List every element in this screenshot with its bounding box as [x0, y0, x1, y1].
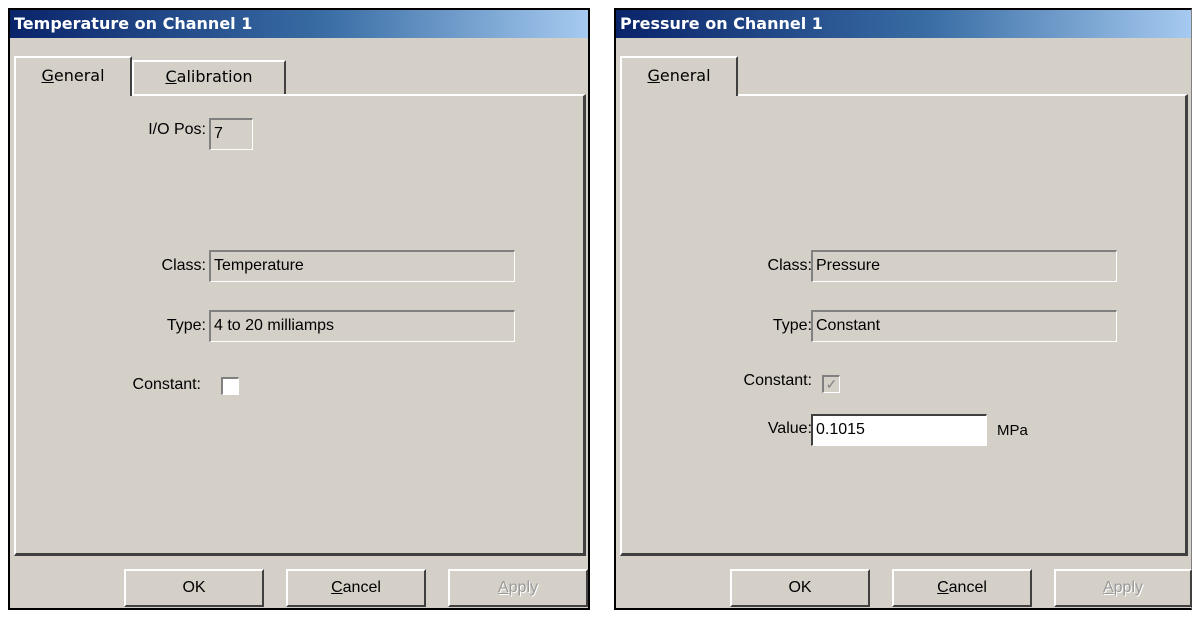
apply-label: pply: [1113, 579, 1144, 596]
tab-calibration[interactable]: Calibration: [132, 60, 286, 94]
class-label: Class:: [767, 257, 812, 274]
general-panel: I/O Pos: 7 Class: Temperature Type: 4 to…: [14, 94, 586, 556]
tab-general[interactable]: General: [14, 56, 132, 96]
cancel-accel: C: [331, 579, 343, 596]
cancel-label: ancel: [948, 579, 987, 596]
tab-label-accel: C: [165, 67, 177, 86]
apply-label: pply: [508, 579, 539, 596]
checkmark-icon: ✓: [825, 376, 838, 392]
value-unit: MPa: [997, 422, 1028, 439]
io-pos-label: I/O Pos:: [148, 121, 206, 138]
constant-label: Constant:: [743, 372, 812, 389]
pressure-dialog: Pressure on Channel 1 General Class: Pre…: [614, 8, 1192, 610]
class-field: Temperature: [209, 250, 515, 282]
constant-checkbox[interactable]: [221, 377, 239, 395]
type-field: 4 to 20 milliamps: [209, 310, 515, 342]
ok-button[interactable]: OK: [730, 569, 870, 607]
ok-button[interactable]: OK: [124, 569, 264, 607]
value-input[interactable]: 0.1015: [811, 414, 987, 446]
tab-label: alibration: [176, 67, 253, 86]
temperature-dialog: Temperature on Channel 1 General Calibra…: [8, 8, 590, 610]
type-label: Type:: [166, 317, 206, 334]
apply-accel: A: [1102, 579, 1114, 596]
general-panel: Class: Pressure Type: Constant Constant:…: [620, 94, 1188, 556]
tab-general[interactable]: General: [620, 56, 738, 96]
type-label: Type:: [772, 317, 812, 334]
cancel-accel: C: [937, 579, 949, 596]
tab-label: eneral: [659, 66, 711, 85]
apply-button[interactable]: Apply: [448, 569, 588, 607]
cancel-label: ancel: [342, 579, 381, 596]
io-pos-field: 7: [209, 118, 253, 150]
dialog-title: Temperature on Channel 1: [10, 10, 588, 38]
value-label: Value:: [767, 420, 812, 437]
class-label: Class:: [161, 257, 206, 274]
tab-label-accel: G: [41, 66, 54, 85]
apply-button[interactable]: Apply: [1054, 569, 1192, 607]
apply-accel: A: [497, 579, 509, 596]
tab-label: eneral: [53, 66, 105, 85]
cancel-button[interactable]: Cancel: [286, 569, 426, 607]
dialog-title: Pressure on Channel 1: [616, 10, 1191, 38]
constant-label: Constant:: [132, 376, 201, 393]
constant-checkbox[interactable]: ✓: [822, 375, 840, 393]
class-field: Pressure: [811, 250, 1117, 282]
type-field: Constant: [811, 310, 1117, 342]
cancel-button[interactable]: Cancel: [892, 569, 1032, 607]
tab-label-accel: G: [647, 66, 660, 85]
